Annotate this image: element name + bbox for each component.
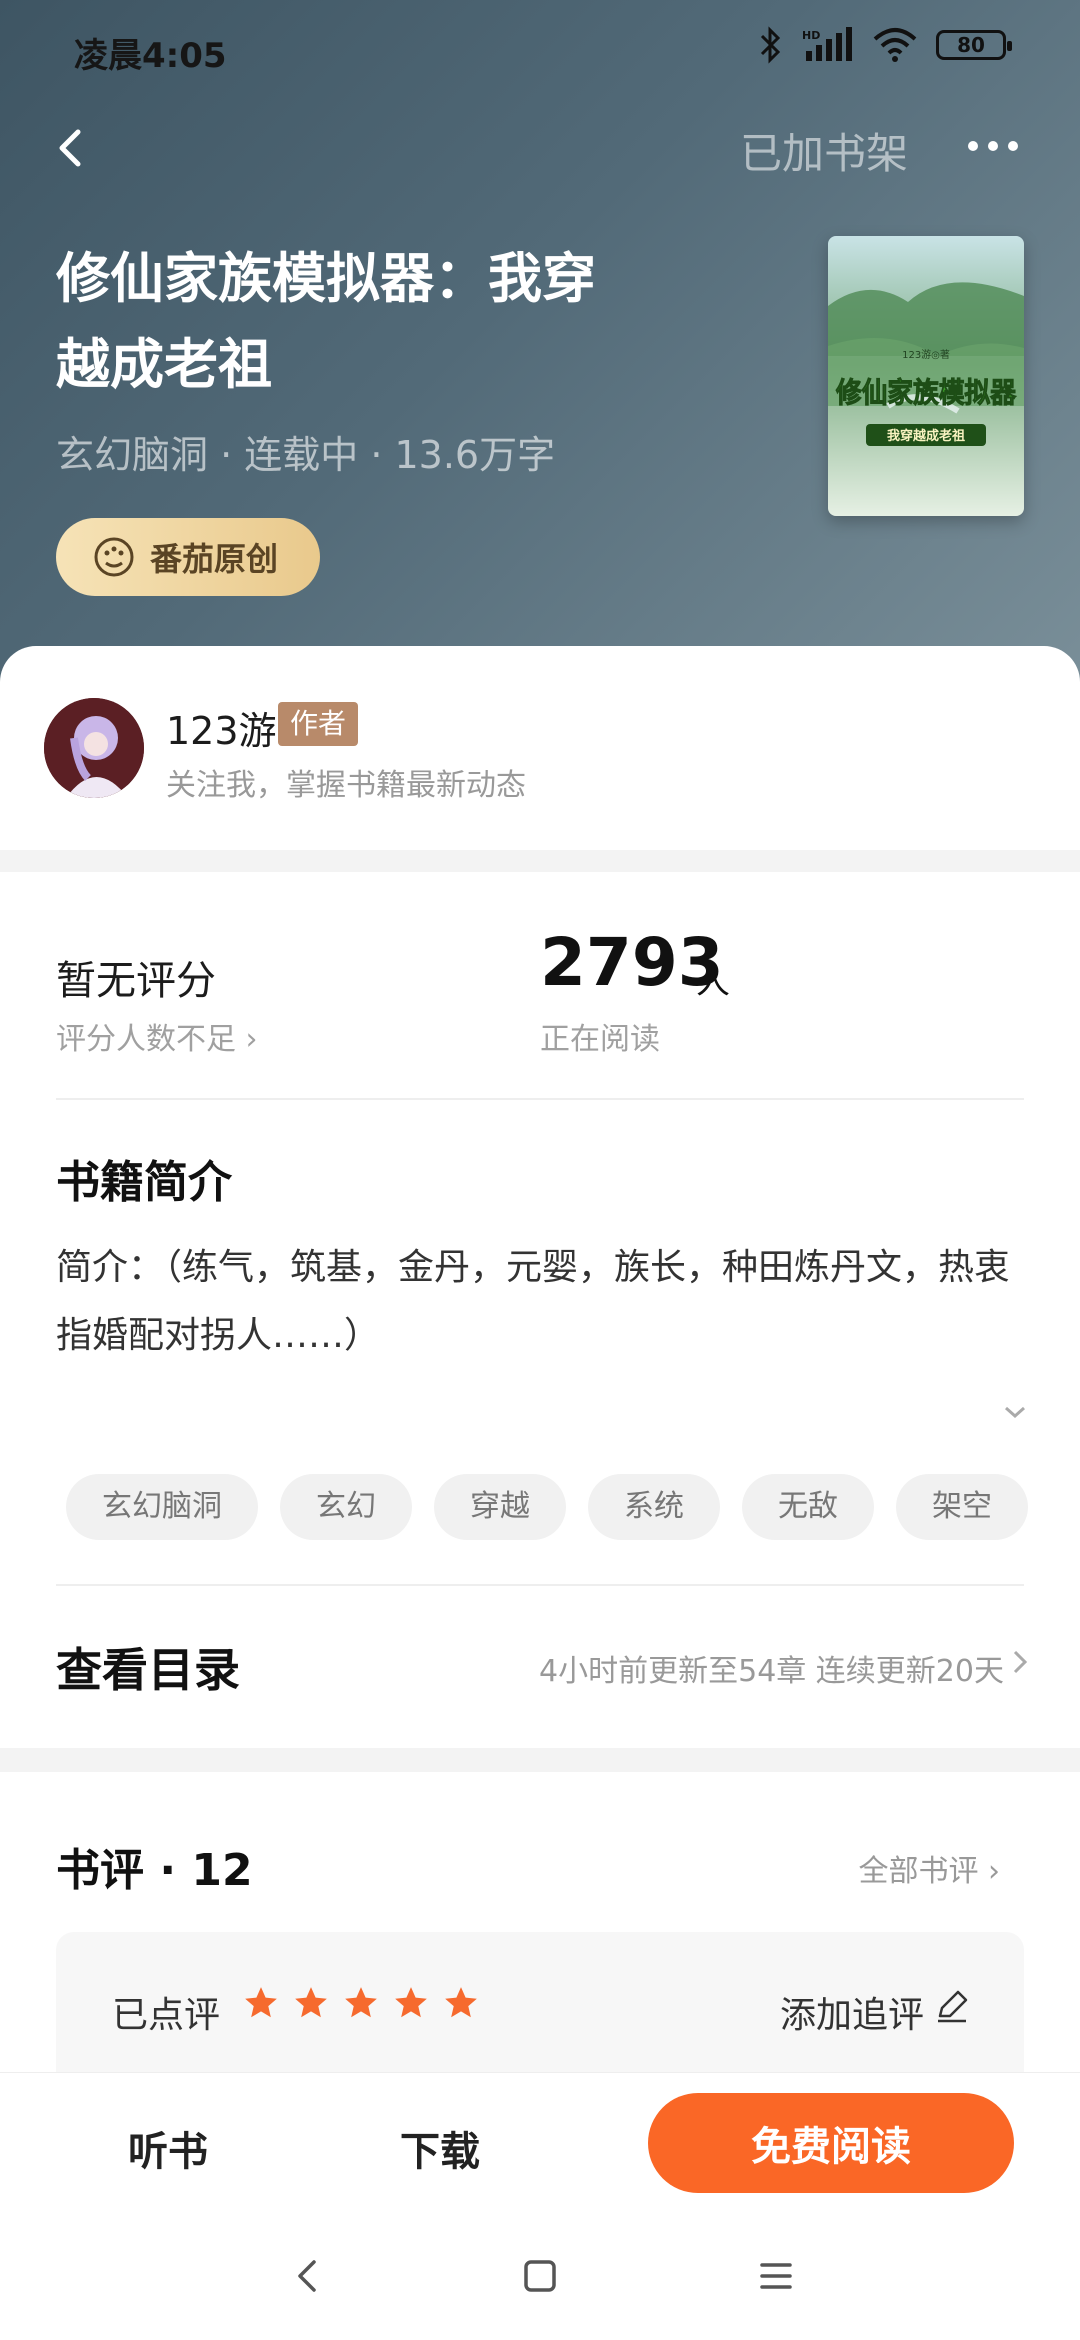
- rating-subtitle-link[interactable]: 评分人数不足 ›: [56, 1014, 258, 1058]
- wifi-icon: [873, 28, 917, 62]
- tag-chip[interactable]: 无敌: [742, 1474, 874, 1540]
- star-icon: [295, 1987, 327, 2018]
- all-reviews-link[interactable]: 全部书评 ›: [858, 1846, 1000, 1890]
- battery-indicator: 80: [936, 30, 1012, 60]
- tag-chip[interactable]: 穿越: [434, 1474, 566, 1540]
- author-subtitle: 关注我，掌握书籍最新动态: [166, 768, 526, 803]
- more-options-icon[interactable]: [968, 126, 1028, 166]
- nav-home-icon[interactable]: [516, 2252, 564, 2300]
- intro-title: 书籍简介: [56, 1157, 232, 1208]
- author-card[interactable]: 123游 作者 关注我，掌握书籍最新动态: [0, 646, 1080, 850]
- chevron-right-icon: ›: [245, 1022, 258, 1057]
- add-review-button[interactable]: 添加追评: [780, 1986, 924, 2038]
- tag-list: 玄幻脑洞 玄幻 穿越 系统 无敌 架空: [66, 1474, 1080, 1540]
- download-button[interactable]: 下载: [400, 2119, 480, 2177]
- rating-subtitle: 评分人数不足: [56, 1022, 236, 1057]
- toc-update-info: 4小时前更新至54章 连续更新20天: [539, 1654, 1004, 1689]
- chevron-right-icon: ›: [988, 1854, 1000, 1889]
- system-nav-bar: [0, 2212, 1080, 2340]
- toc-title: 查看目录: [56, 1643, 240, 1697]
- original-badge-label: 番茄原创: [150, 540, 279, 578]
- status-icons: HD 80: [758, 26, 1012, 64]
- nav-recents-icon[interactable]: [752, 2252, 800, 2300]
- tag-chip[interactable]: 玄幻: [280, 1474, 412, 1540]
- star-rating[interactable]: [242, 1984, 480, 2022]
- review-title: 书评 · 12: [56, 1845, 253, 1896]
- bluetooth-icon: [760, 26, 781, 64]
- divider: [56, 1098, 1024, 1100]
- book-header: 凌晨4:05 HD 80 已加书架 修仙家族模拟器：我穿越成老祖 玄幻脑洞 · …: [0, 0, 1080, 700]
- free-read-button[interactable]: 免费阅读: [648, 2093, 1014, 2193]
- tag-chip[interactable]: 架空: [896, 1474, 1028, 1540]
- cellular-signal-icon: HD: [802, 27, 852, 61]
- cover-author: 123游◎著: [902, 348, 950, 361]
- author-name[interactable]: 123游: [166, 700, 277, 755]
- book-info-card: 暂无评分 评分人数不足 › 2793 人 正在阅读 书籍简介 简介：（练气，筑基…: [0, 872, 1080, 1748]
- status-bar: 凌晨4:05 HD 80: [0, 0, 1080, 100]
- reader-subtitle: 正在阅读: [540, 1022, 660, 1057]
- battery-level: 80: [957, 33, 985, 57]
- star-icon: [445, 1987, 477, 2018]
- original-badge[interactable]: 番茄原创: [56, 518, 320, 596]
- author-tag: 作者: [278, 702, 359, 746]
- star-icon: [345, 1987, 377, 2018]
- cover-title: 修仙家族模拟器: [835, 376, 1017, 409]
- cover-subtitle: 我穿越成老祖: [887, 428, 965, 444]
- svg-text:HD: HD: [802, 29, 820, 42]
- star-icon: [395, 1987, 427, 2018]
- book-cover[interactable]: 123游◎著 修仙家族模拟器 我穿越成老祖: [828, 236, 1024, 516]
- author-avatar[interactable]: [44, 698, 144, 798]
- all-reviews-label: 全部书评: [858, 1854, 979, 1889]
- my-review-box: 已点评 添加追评: [56, 1932, 1024, 2092]
- bottom-action-bar: 听书 下载 免费阅读: [0, 2072, 1080, 2212]
- reader-unit: 人: [696, 962, 730, 1002]
- book-meta: 玄幻脑洞 · 连载中 · 13.6万字: [56, 433, 556, 477]
- chevron-down-icon[interactable]: [1000, 1402, 1030, 1422]
- book-title: 修仙家族模拟器：我穿越成老祖: [56, 247, 596, 396]
- listen-button[interactable]: 听书: [128, 2119, 208, 2177]
- star-icon: [245, 1987, 277, 2018]
- intro-text[interactable]: 简介：（练气，筑基，金丹，元婴，族长，种田炼丹文，热衷指婚配对拐人……） 沧澜修…: [56, 1234, 1036, 1378]
- back-arrow-icon[interactable]: [48, 118, 98, 178]
- tag-chip[interactable]: 玄幻脑洞: [66, 1474, 258, 1540]
- tomato-logo-icon: [94, 537, 134, 577]
- chevron-right-icon: [1013, 1650, 1028, 1674]
- edit-pencil-icon[interactable]: [934, 1988, 970, 2024]
- divider: [56, 1584, 1024, 1586]
- table-of-contents-row[interactable]: 查看目录 4小时前更新至54章 连续更新20天: [0, 1606, 1080, 1732]
- rated-label: 已点评: [112, 1995, 221, 2036]
- status-time: 凌晨4:05: [74, 36, 227, 76]
- added-to-shelf-button[interactable]: 已加书架: [740, 120, 908, 181]
- nav-back-icon[interactable]: [284, 2252, 332, 2300]
- tag-chip[interactable]: 系统: [588, 1474, 720, 1540]
- rating-status: 暂无评分: [56, 958, 216, 1004]
